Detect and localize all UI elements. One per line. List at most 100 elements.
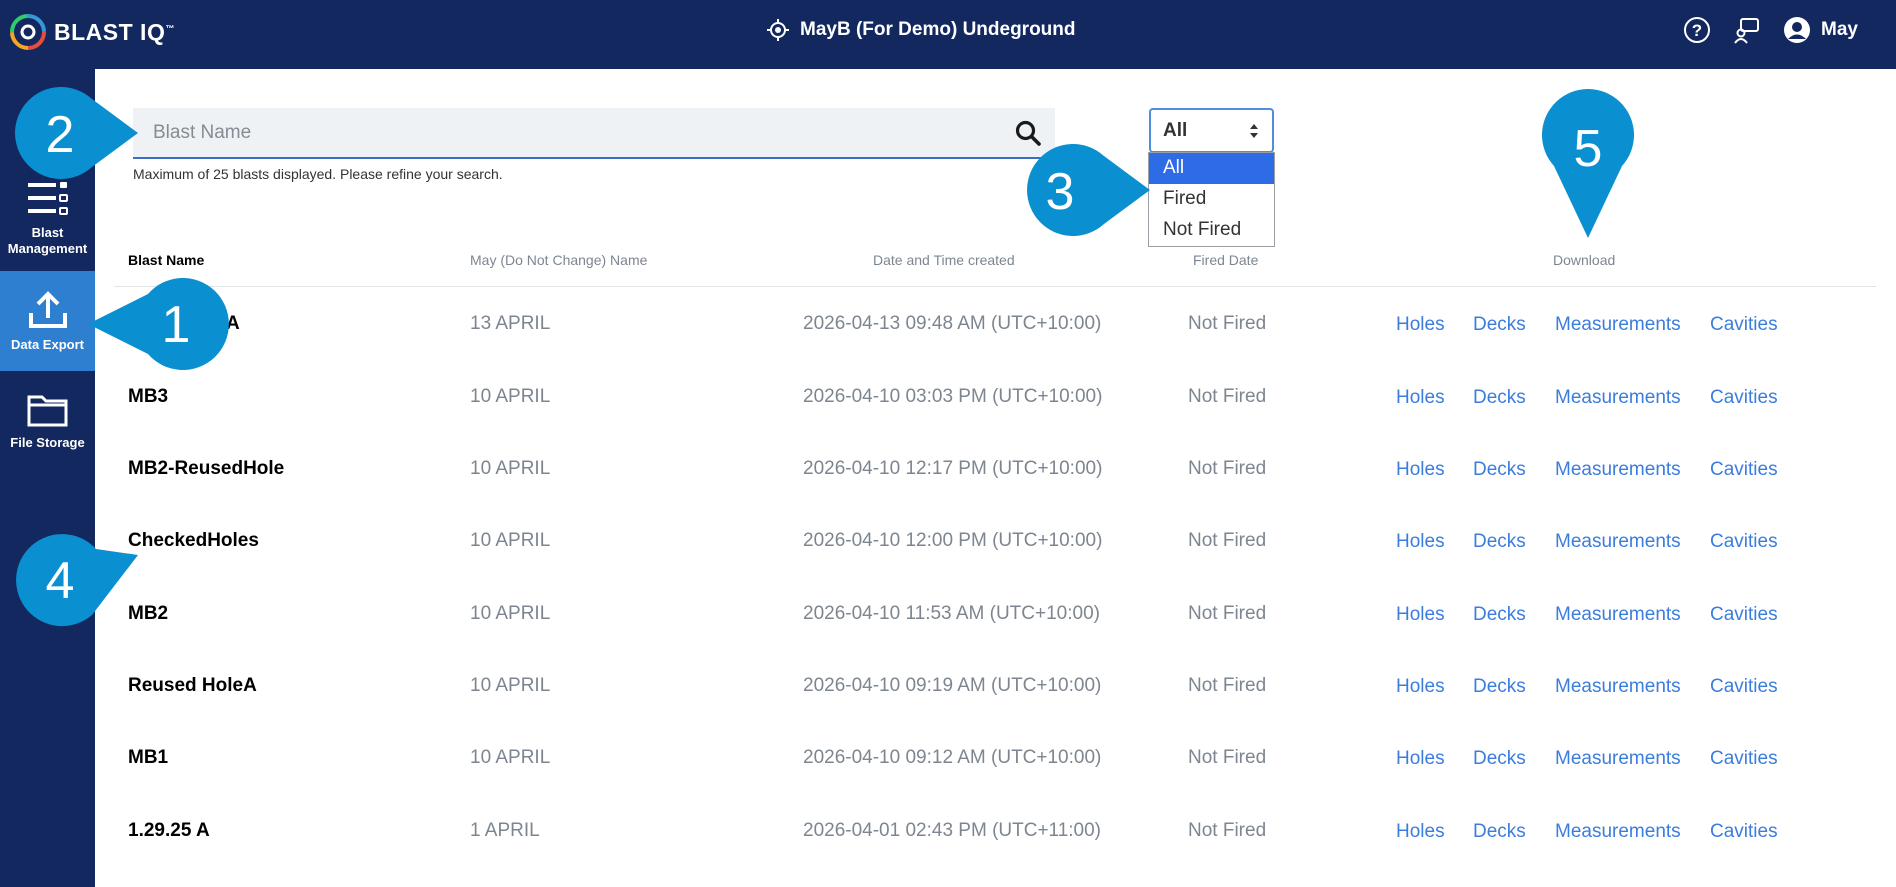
download-cavities-link[interactable]: Cavities (1710, 604, 1778, 626)
site-name: MayB (For Demo) Undeground (800, 19, 1076, 40)
alt-name-cell: 10 APRIL (470, 458, 551, 479)
download-holes-link[interactable]: Holes (1396, 821, 1445, 843)
blast-name-cell[interactable]: MB3 (128, 387, 168, 407)
user-avatar-icon (1784, 17, 1811, 43)
alt-name-cell: 1 APRIL (470, 820, 540, 841)
download-decks-link[interactable]: Decks (1473, 459, 1526, 481)
sidebar-item-blast-management[interactable]: Blast Management (0, 179, 95, 257)
download-measurements-link[interactable]: Measurements (1555, 314, 1681, 336)
download-cavities-link[interactable]: Cavities (1710, 459, 1778, 481)
user-menu[interactable]: May (1783, 16, 1858, 44)
column-header-fired-date[interactable]: Fired Date (1193, 252, 1258, 268)
table-row: CheckedHoles 10 APRIL 2026-04-10 12:00 P… (0, 531, 1896, 603)
location-target-icon (767, 19, 789, 41)
table-row: A 13 APRIL 2026-04-13 09:48 AM (UTC+10:0… (0, 314, 1896, 386)
download-measurements-link[interactable]: Measurements (1555, 604, 1681, 626)
table-row: MB1 10 APRIL 2026-04-10 09:12 AM (UTC+10… (0, 748, 1896, 820)
download-holes-link[interactable]: Holes (1396, 531, 1445, 553)
download-holes-link[interactable]: Holes (1396, 676, 1445, 698)
blast-management-icon (27, 182, 68, 215)
download-measurements-link[interactable]: Measurements (1555, 531, 1681, 553)
sidebar-label-blast: Blast (31, 225, 64, 240)
alt-name-cell: 10 APRIL (470, 675, 551, 696)
support-chat-icon[interactable] (1733, 16, 1761, 44)
download-decks-link[interactable]: Decks (1473, 387, 1526, 409)
search-box (133, 108, 1055, 159)
alt-name-cell: 13 APRIL (470, 313, 551, 334)
fired-date-cell: Not Fired (1188, 675, 1267, 696)
download-decks-link[interactable]: Decks (1473, 676, 1526, 698)
download-cavities-link[interactable]: Cavities (1710, 748, 1778, 770)
download-decks-link[interactable]: Decks (1473, 604, 1526, 626)
download-cavities-link[interactable]: Cavities (1710, 676, 1778, 698)
date-created-cell: 2026-04-01 02:43 PM (UTC+11:00) (803, 820, 1102, 841)
dropdown-option-all[interactable]: All (1149, 153, 1274, 184)
blast-name-cell[interactable]: Reused HoleA (128, 676, 257, 696)
svg-text:?: ? (1692, 21, 1702, 40)
date-created-cell: 2026-04-10 09:19 AM (UTC+10:00) (803, 675, 1102, 696)
download-measurements-link[interactable]: Measurements (1555, 748, 1681, 770)
column-header-date-created[interactable]: Date and Time created (873, 252, 1015, 268)
download-holes-link[interactable]: Holes (1396, 314, 1445, 336)
column-header-blast-name[interactable]: Blast Name (128, 252, 204, 268)
download-decks-link[interactable]: Decks (1473, 748, 1526, 770)
top-right-actions: ? May (1683, 16, 1858, 44)
callout-2: 2 (15, 87, 138, 179)
date-created-cell: 2026-04-10 12:00 PM (UTC+10:00) (803, 530, 1103, 551)
download-holes-link[interactable]: Holes (1396, 604, 1445, 626)
download-holes-link[interactable]: Holes (1396, 748, 1445, 770)
callout-3: 3 (1027, 144, 1150, 236)
help-icon[interactable]: ? (1683, 16, 1711, 44)
download-decks-link[interactable]: Decks (1473, 531, 1526, 553)
fired-date-cell: Not Fired (1188, 313, 1267, 334)
top-bar: BLAST IQ™ MayB (For Demo) Undeground ? M… (0, 0, 1896, 69)
download-decks-link[interactable]: Decks (1473, 314, 1526, 336)
table-row: Reused HoleA 10 APRIL 2026-04-10 09:19 A… (0, 676, 1896, 748)
blast-name-cell[interactable]: MB2-ReusedHole (128, 459, 284, 479)
blast-name-cell[interactable]: MB1 (128, 748, 168, 768)
download-measurements-link[interactable]: Measurements (1555, 459, 1681, 481)
download-cavities-link[interactable]: Cavities (1710, 531, 1778, 553)
alt-name-cell: 10 APRIL (470, 530, 551, 551)
download-cavities-link[interactable]: Cavities (1710, 314, 1778, 336)
logo[interactable]: BLAST IQ™ (8, 12, 175, 52)
download-holes-link[interactable]: Holes (1396, 459, 1445, 481)
download-cavities-link[interactable]: Cavities (1710, 387, 1778, 409)
callout-4: 4 (16, 534, 139, 627)
callout-4-number: 4 (46, 552, 75, 610)
date-created-cell: 2026-04-10 11:53 AM (UTC+10:00) (803, 603, 1100, 624)
dropdown-option-not-fired[interactable]: Not Fired (1149, 215, 1274, 246)
search-limit-note: Maximum of 25 blasts displayed. Please r… (133, 166, 503, 182)
fired-status-select[interactable]: All (1149, 108, 1274, 153)
callout-5: 5 (1542, 89, 1634, 238)
fired-date-cell: Not Fired (1188, 820, 1267, 841)
download-measurements-link[interactable]: Measurements (1555, 387, 1681, 409)
table-row: MB2 10 APRIL 2026-04-10 11:53 AM (UTC+10… (0, 604, 1896, 676)
search-icon[interactable] (1015, 120, 1041, 146)
fired-date-cell: Not Fired (1188, 386, 1267, 407)
blast-name-cell[interactable]: 1.29.25 A (128, 821, 210, 841)
blastiq-logo-icon (10, 14, 46, 50)
dropdown-option-fired[interactable]: Fired (1149, 184, 1274, 215)
download-cavities-link[interactable]: Cavities (1710, 821, 1778, 843)
table-row: MB2-ReusedHole 10 APRIL 2026-04-10 12:17… (0, 459, 1896, 531)
download-decks-link[interactable]: Decks (1473, 821, 1526, 843)
alt-name-cell: 10 APRIL (470, 603, 551, 624)
blast-name-search-input[interactable] (133, 108, 1013, 157)
download-measurements-link[interactable]: Measurements (1555, 821, 1681, 843)
callout-5-number: 5 (1574, 120, 1603, 178)
site-selector[interactable]: MayB (For Demo) Undeground (766, 18, 1076, 42)
download-measurements-link[interactable]: Measurements (1555, 676, 1681, 698)
alt-name-cell: 10 APRIL (470, 747, 551, 768)
blast-name-cell[interactable]: CheckedHoles (128, 531, 259, 551)
alt-name-cell: 10 APRIL (470, 386, 551, 407)
sidebar-label-management: Management (7, 241, 88, 256)
callout-3-number: 3 (1046, 163, 1075, 221)
app-root: BLAST IQ™ MayB (For Demo) Undeground ? M… (0, 0, 1896, 887)
download-holes-link[interactable]: Holes (1396, 387, 1445, 409)
table-row: 1.29.25 A 1 APRIL 2026-04-01 02:43 PM (U… (0, 821, 1896, 887)
fired-date-cell: Not Fired (1188, 458, 1267, 479)
column-header-alt-name[interactable]: May (Do Not Change) Name (470, 252, 647, 268)
logo-text: BLAST IQ™ (54, 18, 175, 45)
callout-1: 1 (88, 278, 229, 370)
